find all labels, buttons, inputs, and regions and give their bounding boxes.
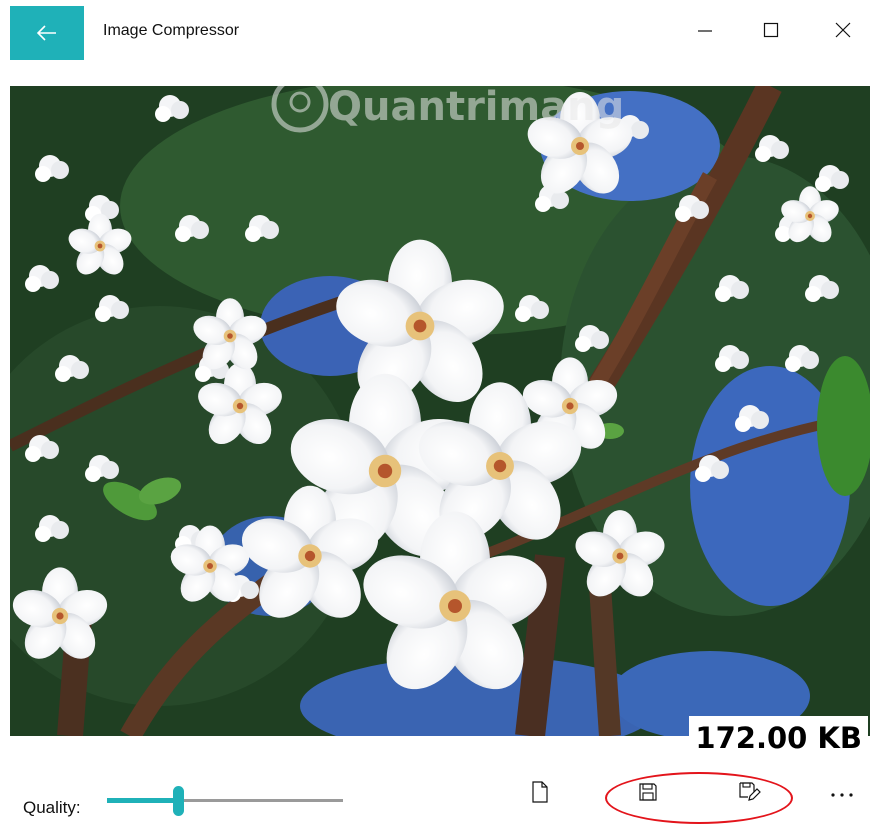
app-title: Image Compressor — [103, 22, 240, 39]
more-options-button[interactable] — [822, 774, 862, 814]
app-window: Image Compressor Quantrimang 172.00 KB Q… — [0, 0, 870, 827]
open-file-button[interactable] — [520, 774, 560, 814]
watermark-text: Quantrimang — [328, 86, 624, 130]
maximize-button[interactable] — [748, 14, 794, 50]
slider-thumb[interactable] — [173, 786, 184, 816]
close-button[interactable] — [820, 14, 866, 50]
minimize-icon — [697, 22, 713, 43]
slider-fill — [107, 798, 178, 803]
arrow-left-icon — [37, 25, 57, 41]
quality-slider[interactable] — [107, 786, 343, 816]
save-button[interactable] — [628, 774, 668, 814]
maximize-icon — [763, 22, 779, 43]
save-icon — [638, 782, 658, 807]
minimize-button[interactable] — [682, 14, 728, 50]
more-icon — [830, 785, 854, 803]
close-icon — [835, 22, 851, 43]
image-preview: Quantrimang — [10, 86, 870, 736]
quality-label: Quality: — [23, 798, 81, 817]
title-bar: Image Compressor — [0, 0, 870, 62]
bottom-toolbar: Quality: — [0, 760, 870, 827]
back-button[interactable] — [10, 6, 84, 60]
file-size-readout: 172.00 KB — [689, 716, 868, 760]
save-as-icon — [738, 781, 762, 808]
save-as-button[interactable] — [730, 774, 770, 814]
page-icon — [530, 780, 550, 809]
